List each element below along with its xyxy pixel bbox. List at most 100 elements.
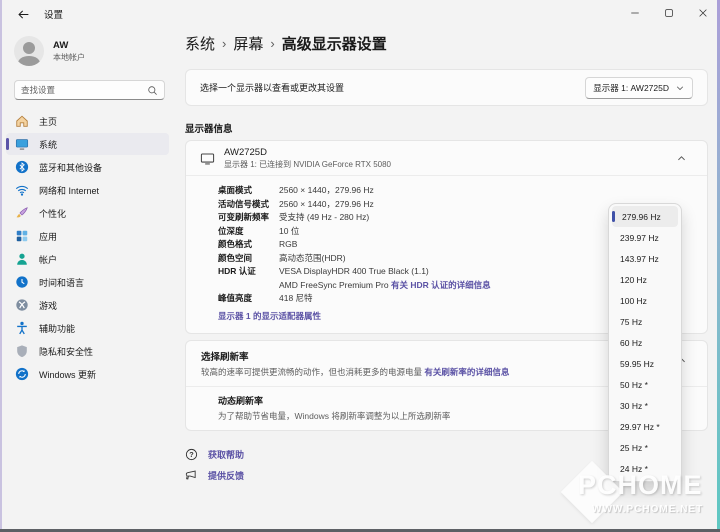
refresh-option-label: 59.95 Hz [620,358,655,369]
detail-label: 颜色空间 [218,252,253,263]
sidebar-item-windows-update[interactable]: Windows 更新 [6,363,169,385]
refresh-rate-info-link[interactable]: 有关刷新率的详细信息 [424,367,509,377]
detail-label: 活动信号模式 [218,198,270,209]
network-icon [15,185,29,196]
refresh-option-label: 24 Hz * [620,463,648,474]
detail-value: 受支持 (49 Hz - 280 Hz) [279,212,370,222]
refresh-option-143[interactable]: 143.97 Hz [612,248,678,269]
display-adapter-link[interactable]: 显示器 1 的显示适配器属性 [218,310,321,322]
personalization-icon [16,207,28,218]
minimize-icon [631,12,639,14]
breadcrumb-system[interactable]: 系统 [185,33,215,54]
refresh-rate-title: 选择刷新率 [201,351,249,363]
time-language-icon [16,276,28,288]
refresh-option-label: 25 Hz * [620,442,648,453]
feedback-label: 提供反馈 [208,470,245,481]
refresh-option-59[interactable]: 59.95 Hz [612,353,678,374]
detail-value: VESA DisplayHDR 400 True Black (1.1) AMD… [279,265,491,292]
user-account[interactable]: AW 本地帐户 [2,28,175,72]
detail-label: 峰值亮度 [218,293,253,303]
display-selector-label: 选择一个显示器以查看或更改其设置 [200,83,345,93]
back-button[interactable] [8,3,38,25]
refresh-option-120[interactable]: 120 Hz [612,269,678,290]
sidebar-item-accounts[interactable]: 帐户 [6,248,169,270]
sidebar-item-accessibility[interactable]: 辅助功能 [6,317,169,339]
detail-value: 2560 × 1440，279.96 Hz [279,185,374,195]
hdr-cert-line2: AMD FreeSync Premium Pro [279,279,391,290]
chevron-down-icon [676,85,684,90]
detail-label: 颜色格式 [218,239,253,249]
gaming-icon [16,299,28,311]
sidebar-item-network[interactable]: 网络和 Internet [6,179,169,201]
detail-label: 位深度 [218,225,244,236]
user-meta: AW 本地帐户 [53,40,85,63]
collapse-toggle[interactable] [669,146,693,170]
sidebar-item-time-language[interactable]: 时间和语言 [6,271,169,293]
sidebar-nav: 主页 系统 蓝牙和其他设备 网络和 Internet 个性化 应用 帐户 时间和… [2,110,175,385]
refresh-option-239[interactable]: 239.97 Hz [612,227,678,248]
refresh-option-50[interactable]: 50 Hz * [612,374,678,395]
sidebar-item-privacy[interactable]: 隐私和安全性 [6,340,169,362]
sidebar-item-label: 蓝牙和其他设备 [39,162,103,173]
refresh-rate-description-text: 较高的速率可提供更流畅的动作，但也消耗更多的电源电量 [201,366,425,377]
display-select-value: 显示器 1: AW2725D [593,82,669,93]
page-title: 高级显示器设置 [281,35,387,53]
detail-value: RGB [279,239,298,249]
breadcrumb: 系统 › 屏幕 › 高级显示器设置 [185,30,708,56]
sidebar-item-gaming[interactable]: 游戏 [6,294,169,316]
sidebar-item-label: 时间和语言 [39,277,85,288]
bluetooth-icon [15,160,29,174]
sidebar-item-apps[interactable]: 应用 [6,225,169,247]
refresh-option-279[interactable]: 279.96 Hz [612,206,678,227]
windows-update-icon [15,367,29,381]
monitor-icon [200,152,215,164]
maximize-button[interactable] [652,0,686,26]
breadcrumb-separator: › [222,35,227,51]
refresh-option-75[interactable]: 75 Hz [612,311,678,332]
accessibility-icon [17,321,27,335]
titlebar: 设置 [0,0,720,28]
display-connection: 显示器 1: 已连接到 NVIDIA GeForce RTX 5080 [224,159,392,169]
hdr-info-link[interactable]: 有关 HDR 认证的详细信息 [391,280,491,290]
sidebar-item-home[interactable]: 主页 [6,110,169,132]
display-name: AW2725D [224,146,267,158]
hdr-cert-line1: VESA DisplayHDR 400 True Black (1.1) [279,266,429,276]
refresh-option-60[interactable]: 60 Hz [612,332,678,353]
refresh-rate-texts: 选择刷新率 较高的速率可提供更流畅的动作，但也消耗更多的电源电量 有关刷新率的详… [201,349,669,378]
refresh-option-25[interactable]: 25 Hz * [612,437,678,458]
breadcrumb-display[interactable]: 屏幕 [233,33,263,54]
search-placeholder: 查找设置 [21,85,56,95]
refresh-option-30[interactable]: 30 Hz * [612,395,678,416]
sidebar-item-personalization[interactable]: 个性化 [6,202,169,224]
window-controls [618,0,720,28]
refresh-option-label: 279.96 Hz [622,211,661,222]
sidebar-item-label: 应用 [39,231,58,242]
apps-icon [16,230,28,242]
display-info-section-title: 显示器信息 [185,124,233,135]
detail-value: 418 尼特 [279,293,313,303]
minimize-button[interactable] [618,0,652,26]
display-select-dropdown[interactable]: 显示器 1: AW2725D [585,76,693,99]
sidebar-item-label: 帐户 [39,254,58,265]
display-info-header[interactable]: AW2725D 显示器 1: 已连接到 NVIDIA GeForce RTX 5… [186,141,707,175]
sidebar-item-system[interactable]: 系统 [6,133,169,155]
search-input[interactable]: 查找设置 [14,80,165,100]
refresh-option-label: 75 Hz [620,316,643,327]
refresh-option-29[interactable]: 29.97 Hz * [612,416,678,437]
frame-edge-left [0,0,2,532]
refresh-option-label: 239.97 Hz [620,232,659,243]
refresh-rate-dropdown: 279.96 Hz 239.97 Hz 143.97 Hz 120 Hz 100… [608,203,682,482]
system-icon [15,139,29,150]
refresh-rate-description: 较高的速率可提供更流畅的动作，但也消耗更多的电源电量 有关刷新率的详细信息 [201,366,669,378]
sidebar-item-bluetooth[interactable]: 蓝牙和其他设备 [6,156,169,178]
back-arrow-icon [17,9,28,19]
refresh-option-24[interactable]: 24 Hz * [612,458,678,479]
close-button[interactable] [686,0,720,26]
close-icon [699,9,707,17]
chevron-up-icon [677,155,685,160]
refresh-option-100[interactable]: 100 Hz [612,290,678,311]
detail-label: HDR 认证 [218,266,256,276]
refresh-option-label: 100 Hz [620,295,647,306]
feedback-icon [185,469,196,480]
detail-value: 高动态范围(HDR) [279,252,346,263]
